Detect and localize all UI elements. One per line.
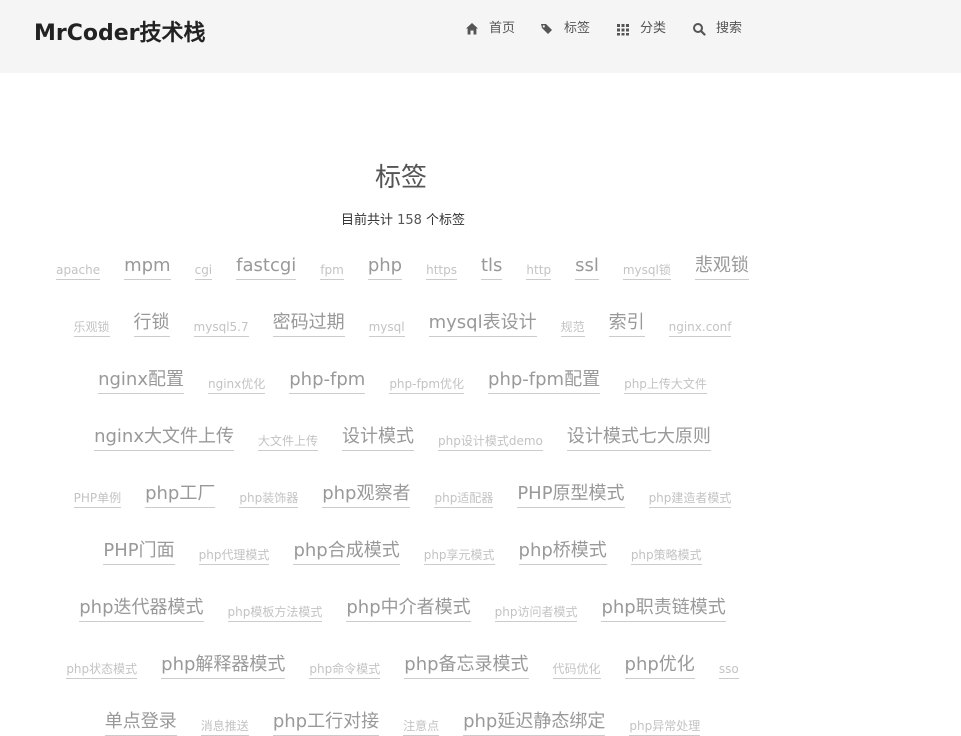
nav-home-label: 首页 [489, 21, 516, 36]
tag-link[interactable]: mysql锁 [622, 263, 671, 280]
tag-link[interactable]: php策略模式 [630, 548, 702, 565]
tag-link[interactable]: PHP门面 [103, 540, 175, 565]
home-icon [466, 23, 478, 35]
tag-link[interactable]: PHP原型模式 [517, 483, 625, 508]
tag-link[interactable]: php建造者模式 [648, 491, 732, 508]
search-icon [693, 23, 706, 36]
tag-link[interactable]: fpm [320, 263, 344, 280]
site-brand[interactable]: MrCoder技术栈 [34, 15, 206, 47]
tag-link[interactable]: 注意点 [403, 719, 440, 736]
tag-link[interactable]: 代码优化 [552, 662, 601, 679]
tag-link[interactable]: php桥模式 [518, 540, 607, 565]
tag-row: 乐观锁 行锁 mysql5.7 密码过期 mysql mysql表设计 规范 索引 nginx.… [0, 301, 805, 337]
nav-tags-label: 标签 [564, 21, 591, 36]
tag-link[interactable]: php访问者模式 [494, 605, 578, 622]
tag-link[interactable]: php中介者模式 [346, 597, 471, 622]
tag-link[interactable]: php-fpm [289, 369, 366, 394]
tag-link[interactable]: php适配器 [434, 491, 494, 508]
tag-link[interactable]: php工厂 [145, 483, 216, 508]
tag-link[interactable]: 索引 [608, 312, 645, 337]
tag-link[interactable]: ssl [575, 255, 599, 280]
tag-link[interactable]: 设计模式七大原则 [566, 426, 711, 451]
tag-link[interactable]: php代理模式 [198, 548, 270, 565]
grid-icon [617, 24, 629, 36]
tag-link[interactable]: http [526, 263, 552, 280]
tag-link[interactable]: php备忘录模式 [404, 654, 529, 679]
tag-link[interactable]: php装饰器 [239, 491, 299, 508]
tag-row: PHP门面 php代理模式 php合成模式 php享元模式 php桥模式 php策略模式 [0, 529, 805, 565]
tag-link[interactable]: mpm [124, 255, 171, 280]
tag-link[interactable]: 单点登录 [104, 711, 177, 736]
tag-link[interactable]: 设计模式 [342, 426, 415, 451]
tag-link[interactable]: php上传大文件 [624, 377, 707, 394]
tag-link[interactable]: nginx优化 [207, 377, 266, 394]
tag-link[interactable]: php工行对接 [272, 711, 380, 736]
tag-link[interactable]: 消息推送 [200, 719, 249, 736]
tag-link[interactable]: php延迟静态绑定 [463, 711, 606, 736]
tag-cloud: apache mpm cgi fastcgi fpm php https tls http ssl… [0, 73, 961, 736]
tag-link[interactable]: php优化 [624, 654, 695, 679]
tag-link[interactable]: php状态模式 [66, 662, 138, 679]
tag-link[interactable]: 乐观锁 [73, 320, 110, 337]
tag-link[interactable]: mysql [368, 320, 405, 337]
tag-link[interactable]: mysql表设计 [428, 312, 537, 337]
tag-link[interactable]: sso [718, 662, 739, 679]
tag-link[interactable]: cgi [194, 263, 213, 280]
tag-row: php状态模式 php解释器模式 php命令模式 php备忘录模式 代码优化 php优化 s… [0, 643, 805, 679]
main-content: 标签 目前共计 158 个标签 apache mpm cgi fastcgi fpm ph… [0, 73, 961, 736]
tag-link[interactable]: php异常处理 [629, 719, 701, 736]
tag-link[interactable]: 大文件上传 [258, 434, 319, 451]
tag-link[interactable]: nginx配置 [98, 369, 184, 394]
tag-link[interactable]: php合成模式 [293, 540, 400, 565]
tag-link[interactable]: apache [56, 263, 101, 280]
tag-link[interactable]: php模板方法模式 [227, 605, 323, 622]
tag-link[interactable]: php解释器模式 [161, 654, 286, 679]
tag-link[interactable]: php [367, 255, 403, 280]
tag-link[interactable]: 悲观锁 [694, 255, 749, 280]
tag-row: PHP单例 php工厂 php装饰器 php观察者 php适配器 PHP原型模式 php建造… [0, 472, 805, 508]
nav-categories-label: 分类 [640, 21, 667, 36]
tag-row: nginx配置 nginx优化 php-fpm php-fpm优化 php-fpm配置 p… [0, 358, 805, 394]
tag-link[interactable]: php-fpm配置 [488, 369, 601, 394]
site-header: MrCoder技术栈 首页 标签 分类 搜索 [0, 0, 961, 73]
tag-row: apache mpm cgi fastcgi fpm php https tls http ssl… [0, 244, 805, 280]
tag-link[interactable]: php命令模式 [309, 662, 381, 679]
tag-row: nginx大文件上传 大文件上传 设计模式 php设计模式demo 设计模式七大原则 [0, 415, 805, 451]
tags-icon [541, 24, 552, 34]
tag-link[interactable]: mysql5.7 [193, 320, 249, 337]
tag-row: 单点登录 消息推送 php工行对接 注意点 php延迟静态绑定 php异常处理 [0, 700, 805, 736]
tag-link[interactable]: 行锁 [133, 312, 170, 337]
tag-link[interactable]: php职责链模式 [601, 597, 726, 622]
tag-link[interactable]: nginx.conf [668, 320, 732, 337]
tag-link[interactable]: 密码过期 [272, 312, 345, 337]
tag-link[interactable]: php观察者 [322, 483, 411, 508]
tag-link[interactable]: fastcgi [236, 255, 297, 280]
tag-link[interactable]: https [426, 263, 457, 280]
tag-link[interactable]: 规范 [560, 320, 585, 337]
tag-link[interactable]: PHP单例 [73, 491, 122, 508]
tag-link[interactable]: tls [480, 255, 503, 280]
tag-link[interactable]: php-fpm优化 [389, 377, 465, 394]
tag-link[interactable]: php设计模式demo [438, 434, 543, 451]
tag-link[interactable]: php享元模式 [423, 548, 495, 565]
tag-link[interactable]: nginx大文件上传 [94, 426, 234, 451]
nav-search-label: 搜索 [716, 21, 743, 36]
tag-row: php迭代器模式 php模板方法模式 php中介者模式 php访问者模式 php职责链模… [0, 586, 805, 622]
tag-link[interactable]: php迭代器模式 [79, 597, 204, 622]
